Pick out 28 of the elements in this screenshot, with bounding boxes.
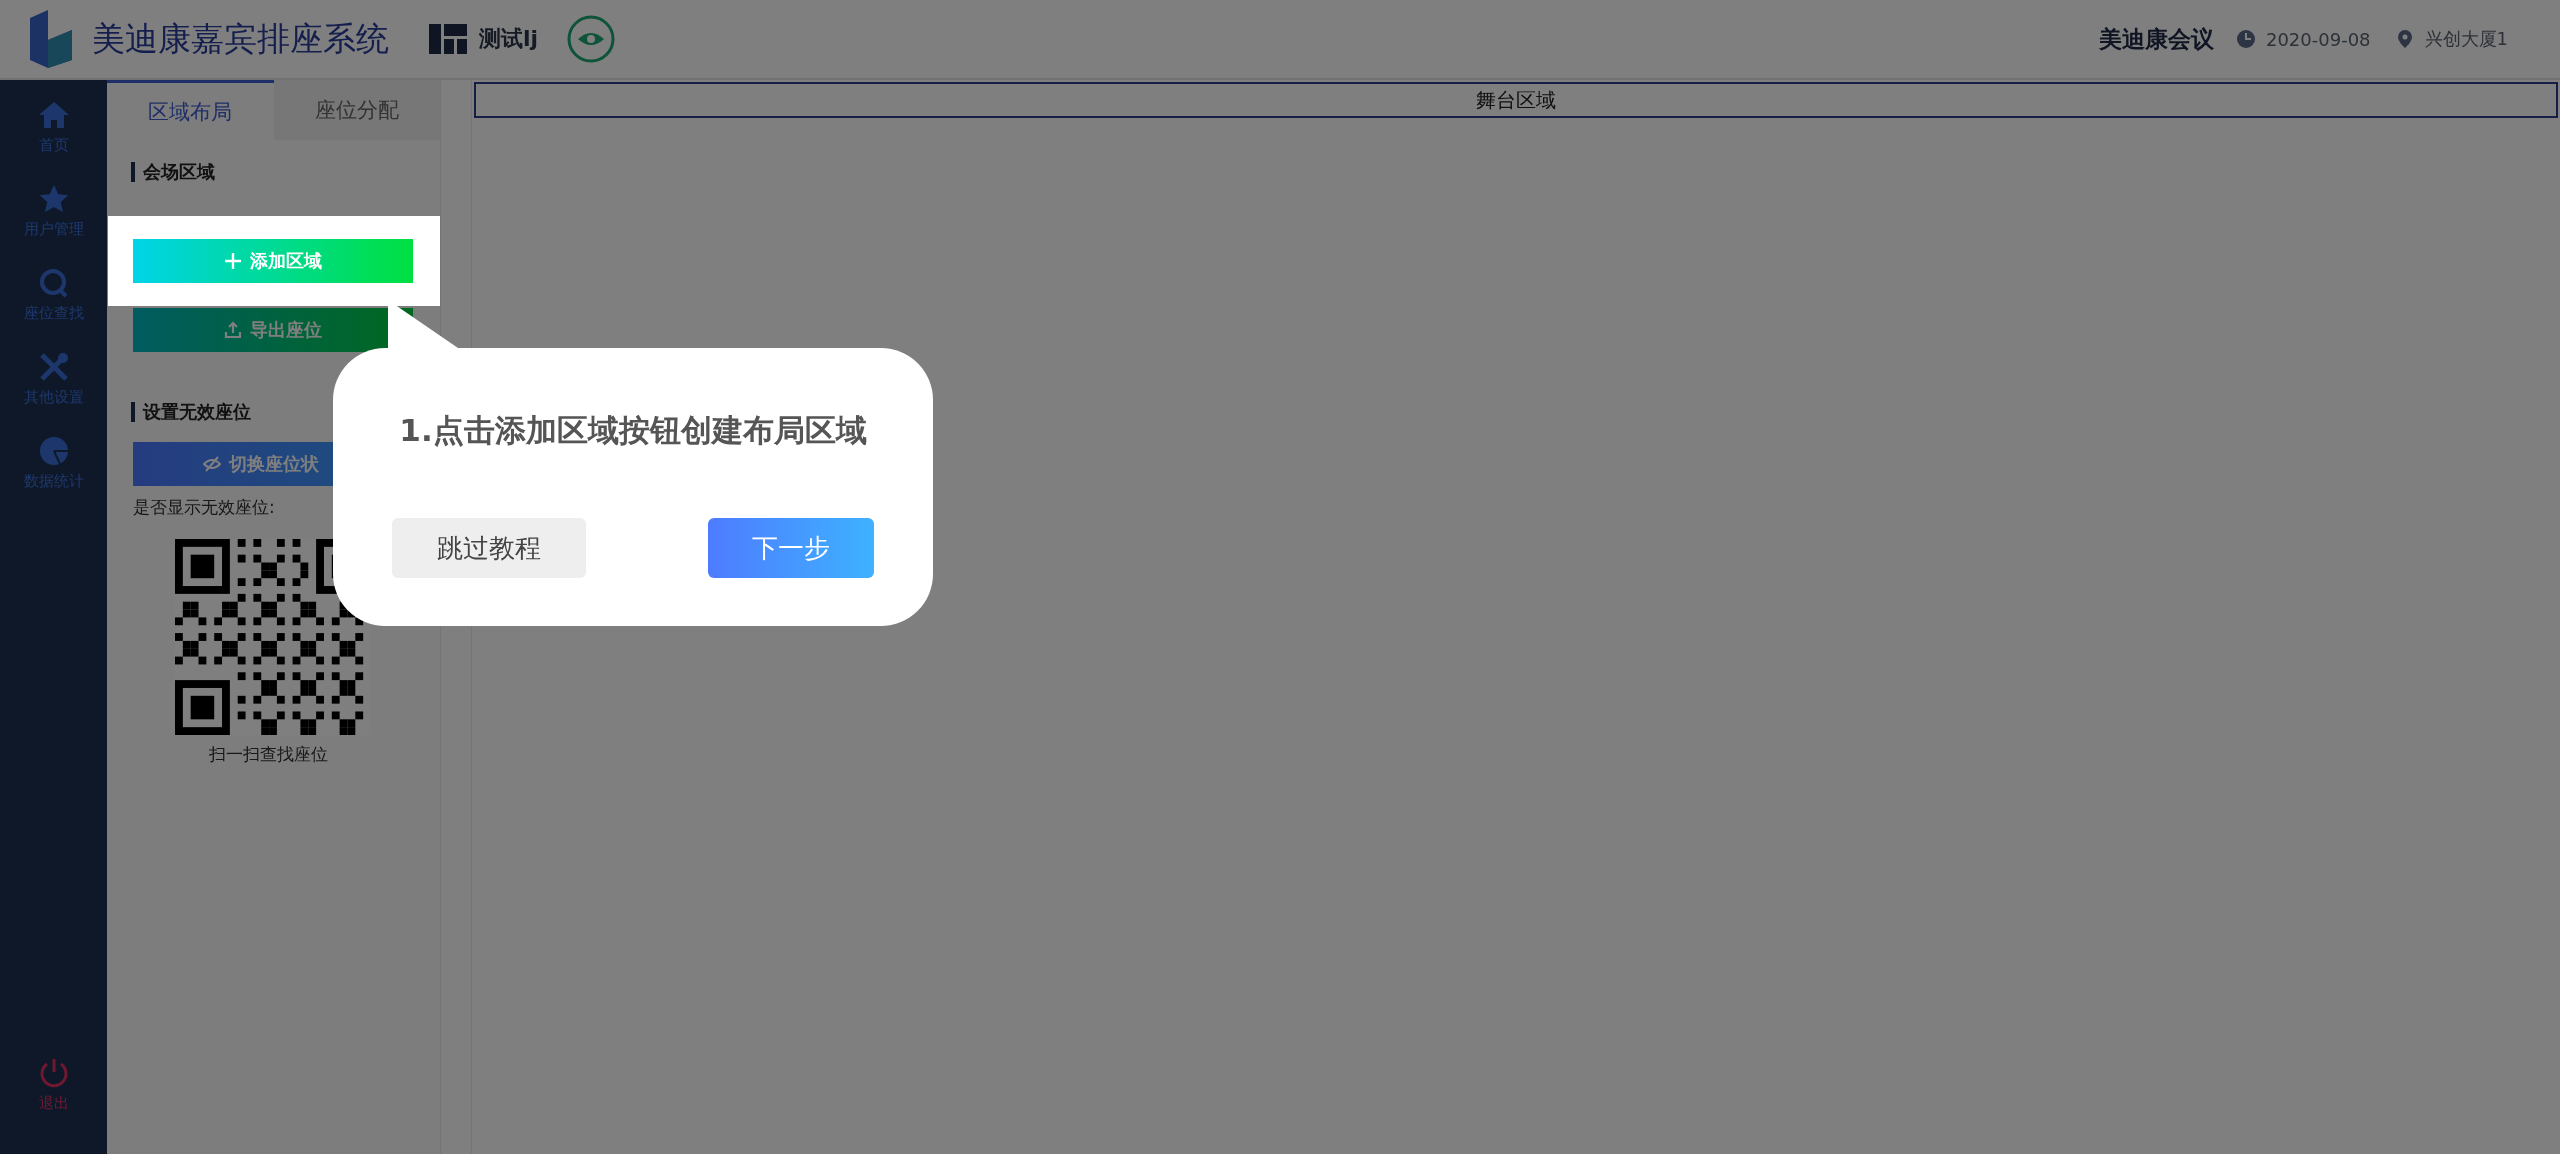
show-invalid-seats-label: 是否显示无效座位: — [133, 496, 276, 519]
app-title: 美迪康嘉宾排座系统 — [92, 17, 389, 60]
sidebar-item[interactable]: 座位查找 — [23, 266, 84, 350]
sidebar-item[interactable]: 首页 — [36, 98, 71, 182]
layout-icon[interactable] — [429, 24, 467, 54]
add-area-button[interactable]: 添加区域 — [133, 239, 413, 283]
sidebar-label: 首页 — [38, 136, 69, 155]
sidebar-label: 数据统计 — [23, 472, 84, 491]
skip-tutorial-button[interactable]: 跳过教程 — [392, 518, 586, 578]
sidebar-item[interactable]: 数据统计 — [23, 434, 84, 518]
venue-name: 兴创大厦1 — [2424, 27, 2508, 51]
project-name: 测试lj — [479, 25, 539, 53]
panel-tab[interactable]: 座位分配 — [273, 80, 440, 140]
qr-caption: 扫一扫查找座位 — [209, 743, 329, 766]
eye-slash-icon — [203, 455, 221, 473]
meeting-date: 2020-09-08 — [2265, 28, 2371, 50]
plus-icon — [224, 252, 242, 270]
sidebar-label: 座位查找 — [23, 304, 84, 323]
stage-area-bar: 舞台区域 — [474, 82, 2558, 118]
logout-item[interactable]: 退出 — [36, 1056, 71, 1140]
sidebar-label: 用户管理 — [23, 220, 84, 239]
clock-icon — [2235, 29, 2256, 49]
meeting-name: 美迪康会议 — [2098, 24, 2214, 54]
export-seats-button[interactable]: 导出座位 — [133, 308, 413, 352]
logout-label: 退出 — [38, 1094, 69, 1113]
next-step-button[interactable]: 下一步 — [708, 518, 874, 578]
sidebar-item[interactable]: 用户管理 — [23, 182, 84, 266]
upload-icon — [224, 321, 242, 339]
